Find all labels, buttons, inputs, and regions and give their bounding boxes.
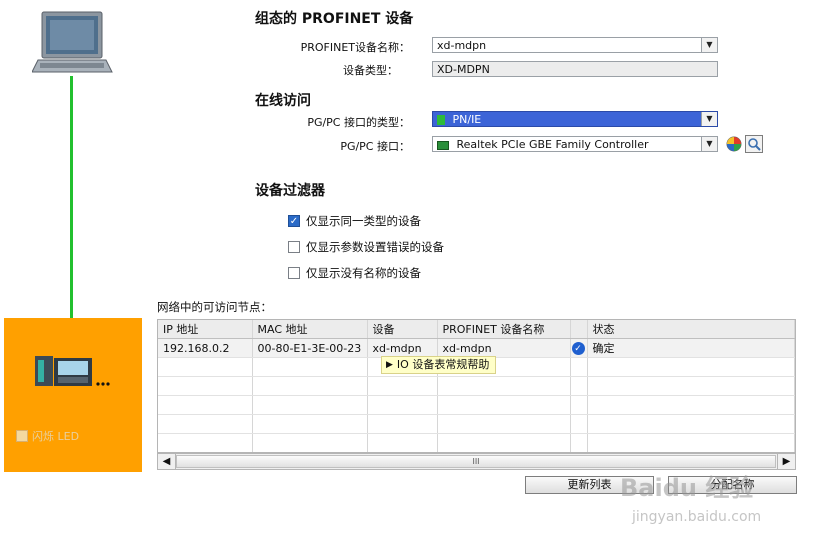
cell-status: 确定 bbox=[587, 338, 795, 358]
cell-mac: 00-80-E1-3E-00-23 bbox=[252, 338, 368, 358]
filter-label: 仅显示同一类型的设备 bbox=[306, 214, 421, 228]
column-header[interactable] bbox=[570, 320, 588, 339]
device-name-label: PROFINET设备名称： bbox=[300, 41, 410, 54]
chevron-down-icon[interactable]: ▼ bbox=[701, 137, 717, 151]
config-heading: 组态的 PROFINET 设备 bbox=[255, 11, 414, 27]
chevron-down-icon[interactable]: ▼ bbox=[701, 112, 717, 126]
device-panel: 闪烁 LED bbox=[4, 318, 142, 472]
table-row bbox=[158, 395, 795, 415]
play-icon: ▶ bbox=[386, 360, 393, 370]
filter-param-error[interactable]: 仅显示参数设置错误的设备 bbox=[288, 239, 444, 255]
device-name-dropdown[interactable]: xd-mdpn ▼ bbox=[432, 37, 718, 53]
scroll-thumb[interactable]: III bbox=[176, 455, 776, 468]
tooltip-text: IO 设备表常规帮助 bbox=[396, 358, 490, 371]
column-header[interactable]: 设备 bbox=[367, 320, 438, 339]
checkbox-unchecked[interactable] bbox=[288, 267, 300, 279]
column-header[interactable]: PROFINET 设备名称 bbox=[437, 320, 571, 339]
watermark-url: jingyan.baidu.com bbox=[632, 509, 762, 525]
device-type-label: 设备类型： bbox=[343, 64, 398, 77]
cell-profinet-name: xd-mdpn bbox=[437, 338, 571, 358]
checkbox-checked[interactable]: ✓ bbox=[288, 215, 300, 227]
flash-led-checkbox[interactable] bbox=[16, 430, 28, 442]
scroll-left-button[interactable]: ◀ bbox=[158, 454, 176, 469]
watermark: Baidu 经验 jingyan.baidu.com bbox=[620, 468, 800, 538]
table-row bbox=[158, 376, 795, 396]
nodes-table: IP 地址 MAC 地址 设备 PROFINET 设备名称 状态 192.168… bbox=[158, 320, 795, 452]
cell-ip: 192.168.0.2 bbox=[158, 338, 253, 358]
filter-label: 仅显示参数设置错误的设备 bbox=[306, 240, 444, 254]
pgpc-interface-value: Realtek PCIe GBE Family Controller bbox=[456, 138, 649, 151]
nodes-table-frame: IP 地址 MAC 地址 设备 PROFINET 设备名称 状态 192.168… bbox=[157, 319, 796, 453]
column-header[interactable]: 状态 bbox=[587, 320, 795, 339]
nic-icon bbox=[437, 140, 449, 150]
device-name-value: xd-mdpn bbox=[437, 39, 487, 52]
filter-label: 仅显示没有名称的设备 bbox=[306, 266, 421, 280]
scroll-right-button[interactable]: ▶ bbox=[777, 454, 795, 469]
checkbox-unchecked[interactable] bbox=[288, 241, 300, 253]
cell-status-icon: ✓ bbox=[570, 338, 588, 358]
online-heading: 在线访问 bbox=[255, 93, 311, 109]
scroll-grip: III bbox=[472, 457, 480, 466]
properties-icon[interactable] bbox=[745, 135, 763, 153]
pgpc-interface-dropdown[interactable]: Realtek PCIe GBE Family Controller ▼ bbox=[432, 136, 718, 152]
table-row bbox=[158, 414, 795, 434]
pgpc-type-label: PG/PC 接口的类型： bbox=[307, 116, 410, 129]
check-circle-icon: ✓ bbox=[571, 342, 585, 356]
pgpc-type-value: PN/IE bbox=[452, 113, 482, 126]
column-header[interactable]: IP 地址 bbox=[158, 320, 253, 339]
device-type-field: XD-MDPN bbox=[432, 61, 718, 77]
table-row[interactable]: 192.168.0.2 00-80-E1-3E-00-23 xd-mdpn xd… bbox=[158, 338, 795, 358]
pgpc-type-dropdown[interactable]: PN/IE ▼ bbox=[432, 111, 718, 127]
pgpc-interface-label: PG/PC 接口： bbox=[340, 140, 410, 153]
filter-same-type[interactable]: ✓ 仅显示同一类型的设备 bbox=[288, 213, 421, 229]
table-row bbox=[158, 433, 795, 452]
column-header[interactable]: MAC 地址 bbox=[252, 320, 368, 339]
tooltip: ▶ IO 设备表常规帮助 bbox=[381, 356, 497, 374]
filter-heading: 设备过滤器 bbox=[255, 183, 325, 199]
pg-pc-icon bbox=[31, 10, 114, 76]
flash-led-label: 闪烁 LED bbox=[32, 430, 80, 443]
network-icon bbox=[437, 115, 445, 125]
device-type-value: XD-MDPN bbox=[437, 63, 490, 76]
nodes-title: 网络中的可访问节点： bbox=[157, 300, 272, 314]
diagnostics-icon[interactable] bbox=[726, 136, 742, 152]
watermark-brand: Baidu 经验 bbox=[620, 474, 754, 502]
filter-no-name[interactable]: 仅显示没有名称的设备 bbox=[288, 265, 421, 281]
cell-device: xd-mdpn bbox=[367, 338, 438, 358]
network-line bbox=[70, 76, 73, 351]
device-icon bbox=[34, 354, 114, 388]
chevron-down-icon[interactable]: ▼ bbox=[701, 38, 717, 52]
